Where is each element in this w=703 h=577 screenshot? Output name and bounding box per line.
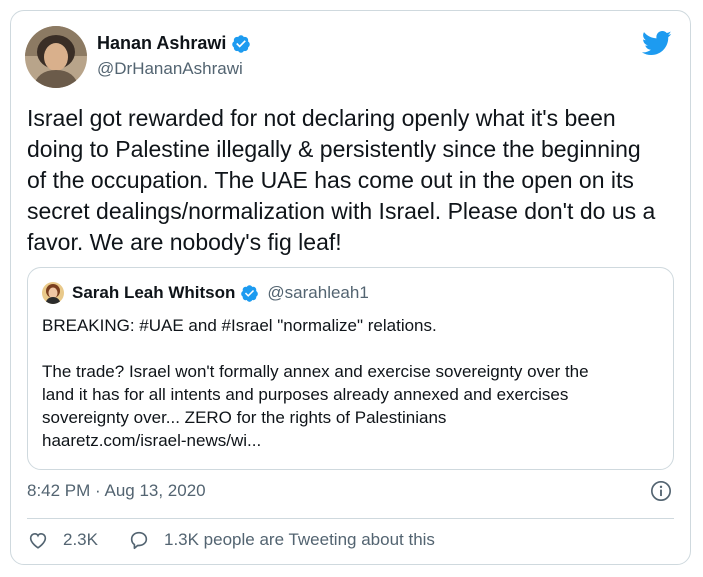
- tweet-card[interactable]: Hanan Ashrawi @DrHananAshrawi Israel got…: [10, 10, 691, 565]
- twitter-bird-icon[interactable]: [642, 31, 672, 56]
- quoted-author-handle: @sarahleah1: [267, 283, 369, 302]
- divider: [27, 518, 674, 519]
- quoted-tweet-text: BREAKING: #UAE and #Israel "normalize" r…: [42, 316, 589, 450]
- verified-badge-icon: [241, 284, 259, 302]
- heart-icon: [29, 532, 47, 549]
- like-count: 2.3K: [63, 530, 98, 549]
- speech-bubble-icon: [130, 531, 148, 550]
- tweeting-about-link[interactable]: 1.3K people are Tweeting about this: [128, 529, 435, 551]
- author-avatar[interactable]: [25, 26, 87, 88]
- like-button[interactable]: 2.3K: [27, 529, 98, 551]
- quoted-author-name: Sarah Leah Whitson: [72, 283, 236, 302]
- action-bar: 2.3K 1.3K people are Tweeting about this: [27, 529, 465, 551]
- tweeting-about-text: 1.3K people are Tweeting about this: [163, 530, 435, 549]
- author-name[interactable]: Hanan Ashrawi: [97, 33, 226, 54]
- tweet-timestamp[interactable]: 8:42 PM · Aug 13, 2020: [27, 481, 206, 501]
- quoted-tweet[interactable]: Sarah Leah Whitson @sarahleah1 BREAKING:…: [27, 267, 674, 470]
- verified-badge-icon: [232, 34, 251, 53]
- author-handle[interactable]: @DrHananAshrawi: [97, 59, 251, 79]
- quoted-author-avatar: [42, 282, 64, 304]
- tweet-text: Israel got rewarded for not declaring op…: [27, 105, 656, 255]
- info-icon[interactable]: [650, 480, 672, 502]
